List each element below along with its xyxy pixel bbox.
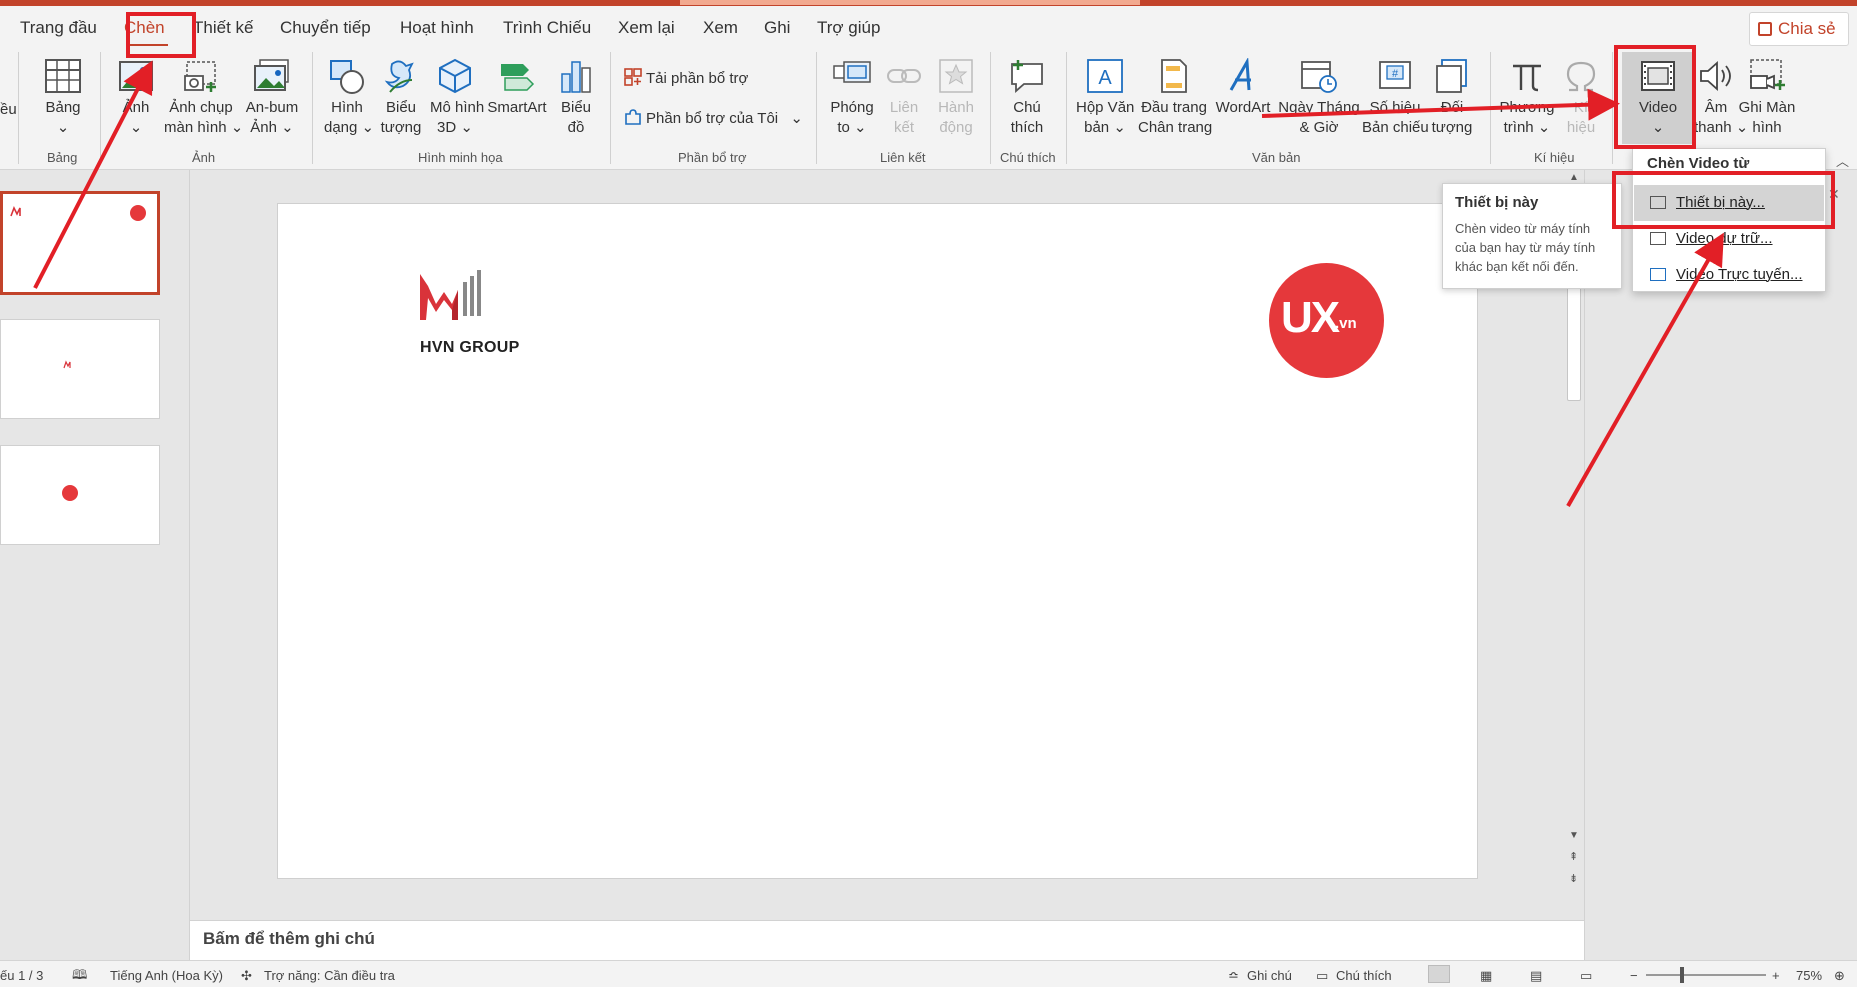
- annotation-arrows: [33, 60, 1724, 507]
- arrow-to-insert-tab: [33, 60, 153, 289]
- arrow-to-this-device: [1566, 232, 1724, 507]
- arrow-to-video-button: [1261, 88, 1620, 121]
